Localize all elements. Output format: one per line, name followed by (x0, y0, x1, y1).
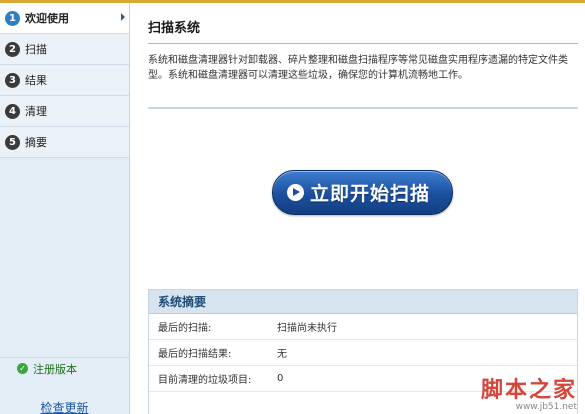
sidebar-step-label: 欢迎使用 (25, 12, 69, 25)
registered-version: ✓ 注册版本 (0, 357, 129, 379)
sidebar-step-label: 结果 (25, 74, 47, 87)
summary-key: 最后的扫描: (158, 323, 212, 334)
summary-value: 0 (277, 373, 284, 384)
chevron-right-icon (121, 13, 125, 21)
play-icon (287, 184, 304, 201)
sidebar-step-clean[interactable]: 4 清理 (0, 96, 129, 127)
summary-row: 最后的扫描: 扫描尚未执行 (149, 314, 577, 340)
watermark-main: 脚本之家 (480, 377, 577, 403)
page-title: 扫描系统 (148, 21, 201, 36)
summary-value: 无 (277, 349, 287, 360)
step-number-badge: 3 (5, 72, 20, 88)
registered-label: 注册版本 (33, 362, 77, 376)
summary-key: 目前清理的垃圾项目: (158, 375, 252, 386)
sidebar-step-summary[interactable]: 5 摘要 (0, 127, 129, 158)
step-number-badge: 2 (5, 41, 20, 57)
sidebar-step-label: 扫描 (25, 43, 47, 56)
check-update-link[interactable]: 检查更新 (0, 399, 129, 414)
summary-key: 最后的扫描结果: (158, 349, 232, 360)
step-number-badge: 1 (5, 10, 20, 26)
sidebar: 1 欢迎使用 2 扫描 3 结果 4 清理 5 摘要 ✓ 注册版本 检查更新 (0, 3, 130, 414)
sidebar-step-welcome[interactable]: 1 欢迎使用 (0, 3, 129, 34)
step-number-badge: 4 (5, 103, 20, 119)
sidebar-step-label: 清理 (25, 105, 47, 118)
summary-value: 扫描尚未执行 (277, 323, 337, 334)
summary-title: 系统摘要 (149, 290, 577, 314)
sidebar-step-results[interactable]: 3 结果 (0, 65, 129, 96)
check-icon: ✓ (17, 363, 28, 374)
sidebar-step-scan[interactable]: 2 扫描 (0, 34, 129, 65)
start-scan-button[interactable]: 立即开始扫描 (272, 170, 453, 215)
sidebar-step-label: 摘要 (25, 136, 47, 149)
start-scan-label: 立即开始扫描 (310, 183, 431, 205)
summary-row: 最后的扫描结果: 无 (149, 340, 577, 366)
description-text: 系统和磁盘清理器针对卸载器、碎片整理和磁盘扫描程序等常见磁盘实用程序遗漏的特定文… (148, 55, 568, 81)
description-divider (148, 107, 578, 109)
title-divider (148, 43, 578, 44)
main-panel: 扫描系统 系统和磁盘清理器针对卸载器、碎片整理和磁盘扫描程序等常见磁盘实用程序遗… (131, 3, 585, 414)
step-number-badge: 5 (5, 134, 20, 150)
watermark: 脚本之家 www.jb51.net (481, 372, 577, 412)
